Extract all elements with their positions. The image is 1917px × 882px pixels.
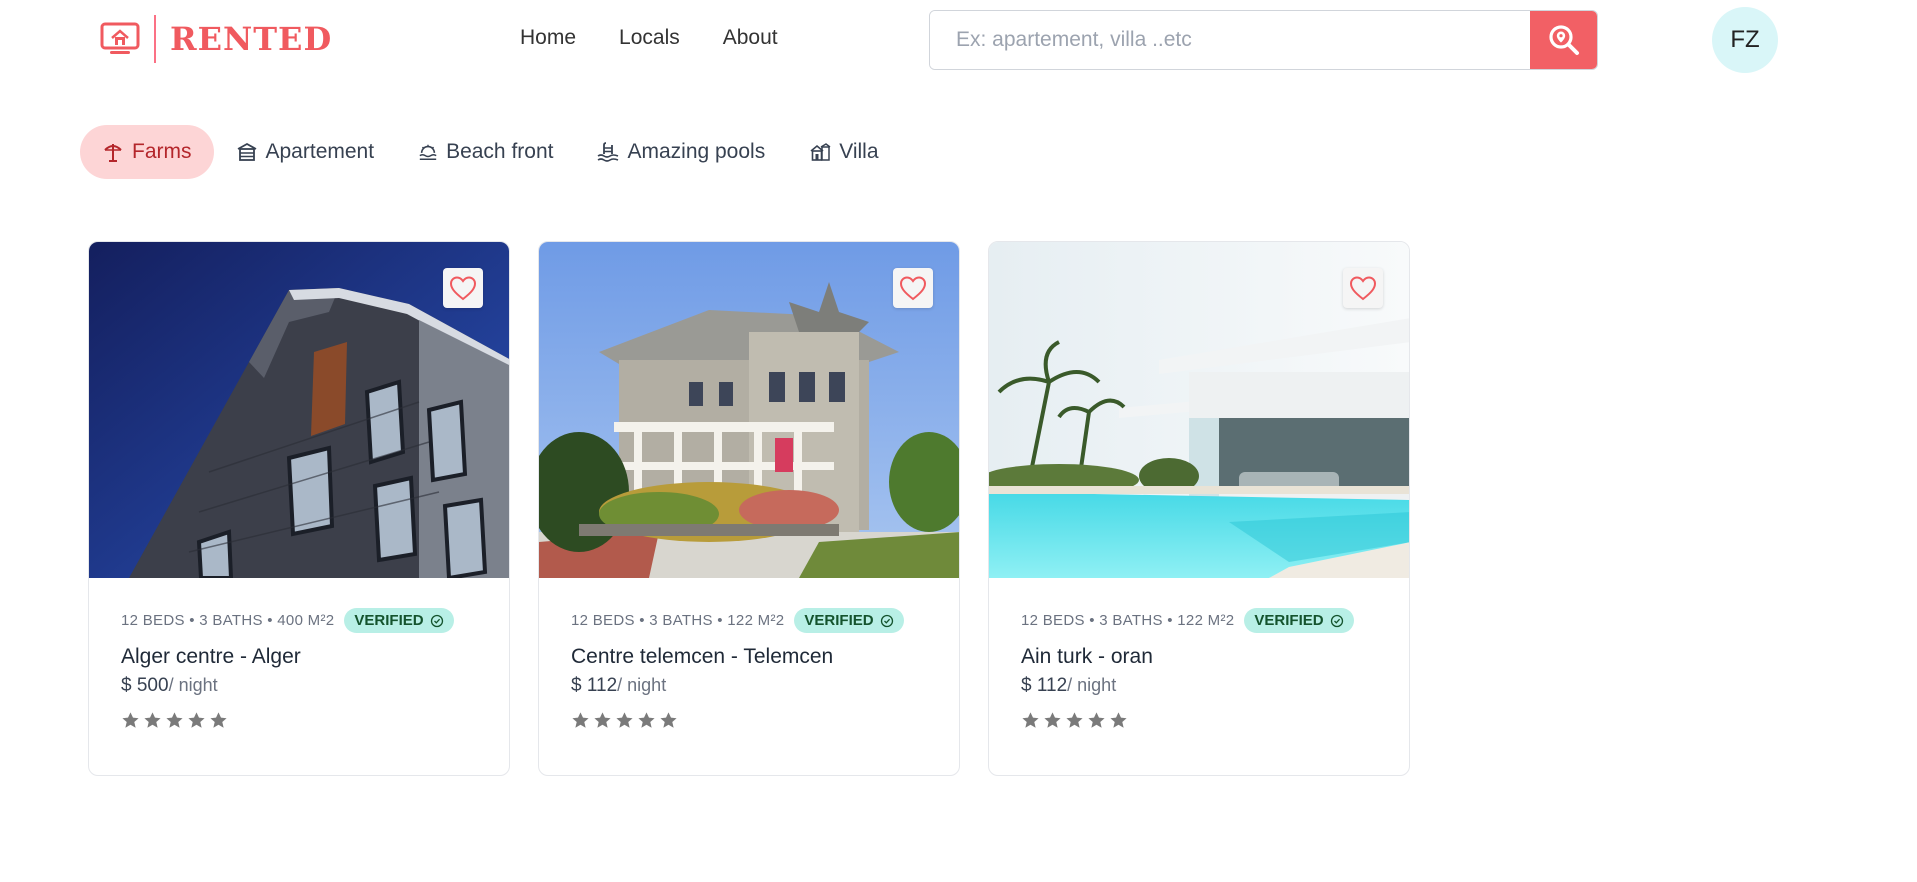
search-button[interactable] [1530,11,1597,69]
price-currency: $ [1021,675,1032,696]
star-icon [144,712,161,728]
user-avatar[interactable]: FZ [1712,7,1778,73]
category-label: Beach front [446,140,554,163]
listing-card[interactable]: 12 BEDS • 3 BATHS • 122 M²2 VERIFIED Ain… [988,241,1410,776]
rating-stars [1021,711,1409,730]
star-icon [1088,712,1105,728]
check-circle-icon [430,614,443,627]
category-label: Villa [839,140,879,163]
rating-stars [571,711,959,730]
star-icon [188,712,205,728]
star-icon [572,712,589,728]
listing-title[interactable]: Ain turk - oran [1021,645,1409,669]
star-icon [638,712,655,728]
nav-locals[interactable]: Locals [619,26,680,50]
star-icon [166,712,183,728]
check-circle-icon [1330,614,1343,627]
category-label: Amazing pools [627,140,766,163]
brand-logo[interactable]: RENTED [100,14,332,64]
star-icon [616,712,633,728]
nav-home[interactable]: Home [520,26,576,50]
category-farms[interactable]: Farms [80,125,214,179]
nav-about[interactable]: About [723,26,778,50]
logo-divider [154,15,156,63]
verified-badge: VERIFIED [794,608,904,633]
check-circle-icon [880,614,893,627]
star-icon [594,712,611,728]
listing-specs: 12 BEDS • 3 BATHS • 400 M²2 [121,612,335,629]
heart-icon [899,276,927,301]
listing-title[interactable]: Centre telemcen - Telemcen [571,645,959,669]
badge-label: VERIFIED [1254,612,1324,629]
listing-price: $ 112/ night [571,675,959,697]
favorite-button[interactable] [893,268,933,308]
listing-specs: 12 BEDS • 3 BATHS • 122 M²2 [1021,612,1235,629]
monitor-home-icon [100,21,140,57]
price-currency: $ [121,675,132,696]
category-filter: Farms Apartement Beach front Amazing poo… [80,125,901,179]
apartment-icon [237,142,256,161]
star-icon [660,712,677,728]
victorian-house-photo[interactable] [539,242,959,578]
favorite-button[interactable] [443,268,483,308]
brand-name: RENTED [170,20,333,58]
pool-icon [598,142,619,162]
category-villa[interactable]: Villa [787,125,900,179]
category-label: Apartement [265,140,375,163]
price-currency: $ [571,675,582,696]
heart-icon [449,276,477,301]
verified-badge: VERIFIED [1244,608,1354,633]
category-apartement[interactable]: Apartement [214,125,397,179]
price-amount: 112 [586,675,618,696]
price-period: / night [168,675,218,695]
badge-label: VERIFIED [354,612,424,629]
listing-grid: 12 BEDS • 3 BATHS • 400 M²2 VERIFIED Alg… [88,241,1410,776]
star-icon [1110,712,1127,728]
pool-villa-photo[interactable] [989,242,1409,578]
verified-badge: VERIFIED [344,608,454,633]
price-amount: 112 [1036,675,1068,696]
beach-icon [419,144,437,160]
category-label: Farms [132,140,192,163]
favorite-button[interactable] [1343,268,1383,308]
listing-details: 12 BEDS • 3 BATHS • 400 M²2 VERIFIED Alg… [89,578,509,730]
badge-label: VERIFIED [804,612,874,629]
price-period: / night [617,675,667,695]
search-input[interactable] [930,11,1530,69]
location-search-icon [1548,25,1579,55]
villa-icon [810,143,831,161]
header: RENTED Home Locals About FZ [0,0,1917,80]
price-period: / night [1067,675,1117,695]
price-amount: 500 [136,675,169,696]
main-nav: Home Locals About [520,26,778,50]
rating-stars [121,711,509,730]
star-icon [1044,712,1061,728]
listing-specs: 12 BEDS • 3 BATHS • 122 M²2 [571,612,785,629]
modern-building-photo[interactable] [89,242,509,578]
listing-details: 12 BEDS • 3 BATHS • 122 M²2 VERIFIED Cen… [539,578,959,730]
star-icon [122,712,139,728]
heart-icon [1349,276,1377,301]
listing-card[interactable]: 12 BEDS • 3 BATHS • 122 M²2 VERIFIED Cen… [538,241,960,776]
star-icon [1022,712,1039,728]
star-icon [210,712,227,728]
star-icon [1066,712,1083,728]
listing-price: $ 500/ night [121,675,509,697]
category-beach-front[interactable]: Beach front [396,125,575,179]
listing-card[interactable]: 12 BEDS • 3 BATHS • 400 M²2 VERIFIED Alg… [88,241,510,776]
listing-price: $ 112/ night [1021,675,1409,697]
farm-icon [104,144,122,162]
category-amazing-pools[interactable]: Amazing pools [575,125,787,179]
listing-title[interactable]: Alger centre - Alger [121,645,509,669]
listing-details: 12 BEDS • 3 BATHS • 122 M²2 VERIFIED Ain… [989,578,1409,730]
search-bar [929,10,1598,70]
